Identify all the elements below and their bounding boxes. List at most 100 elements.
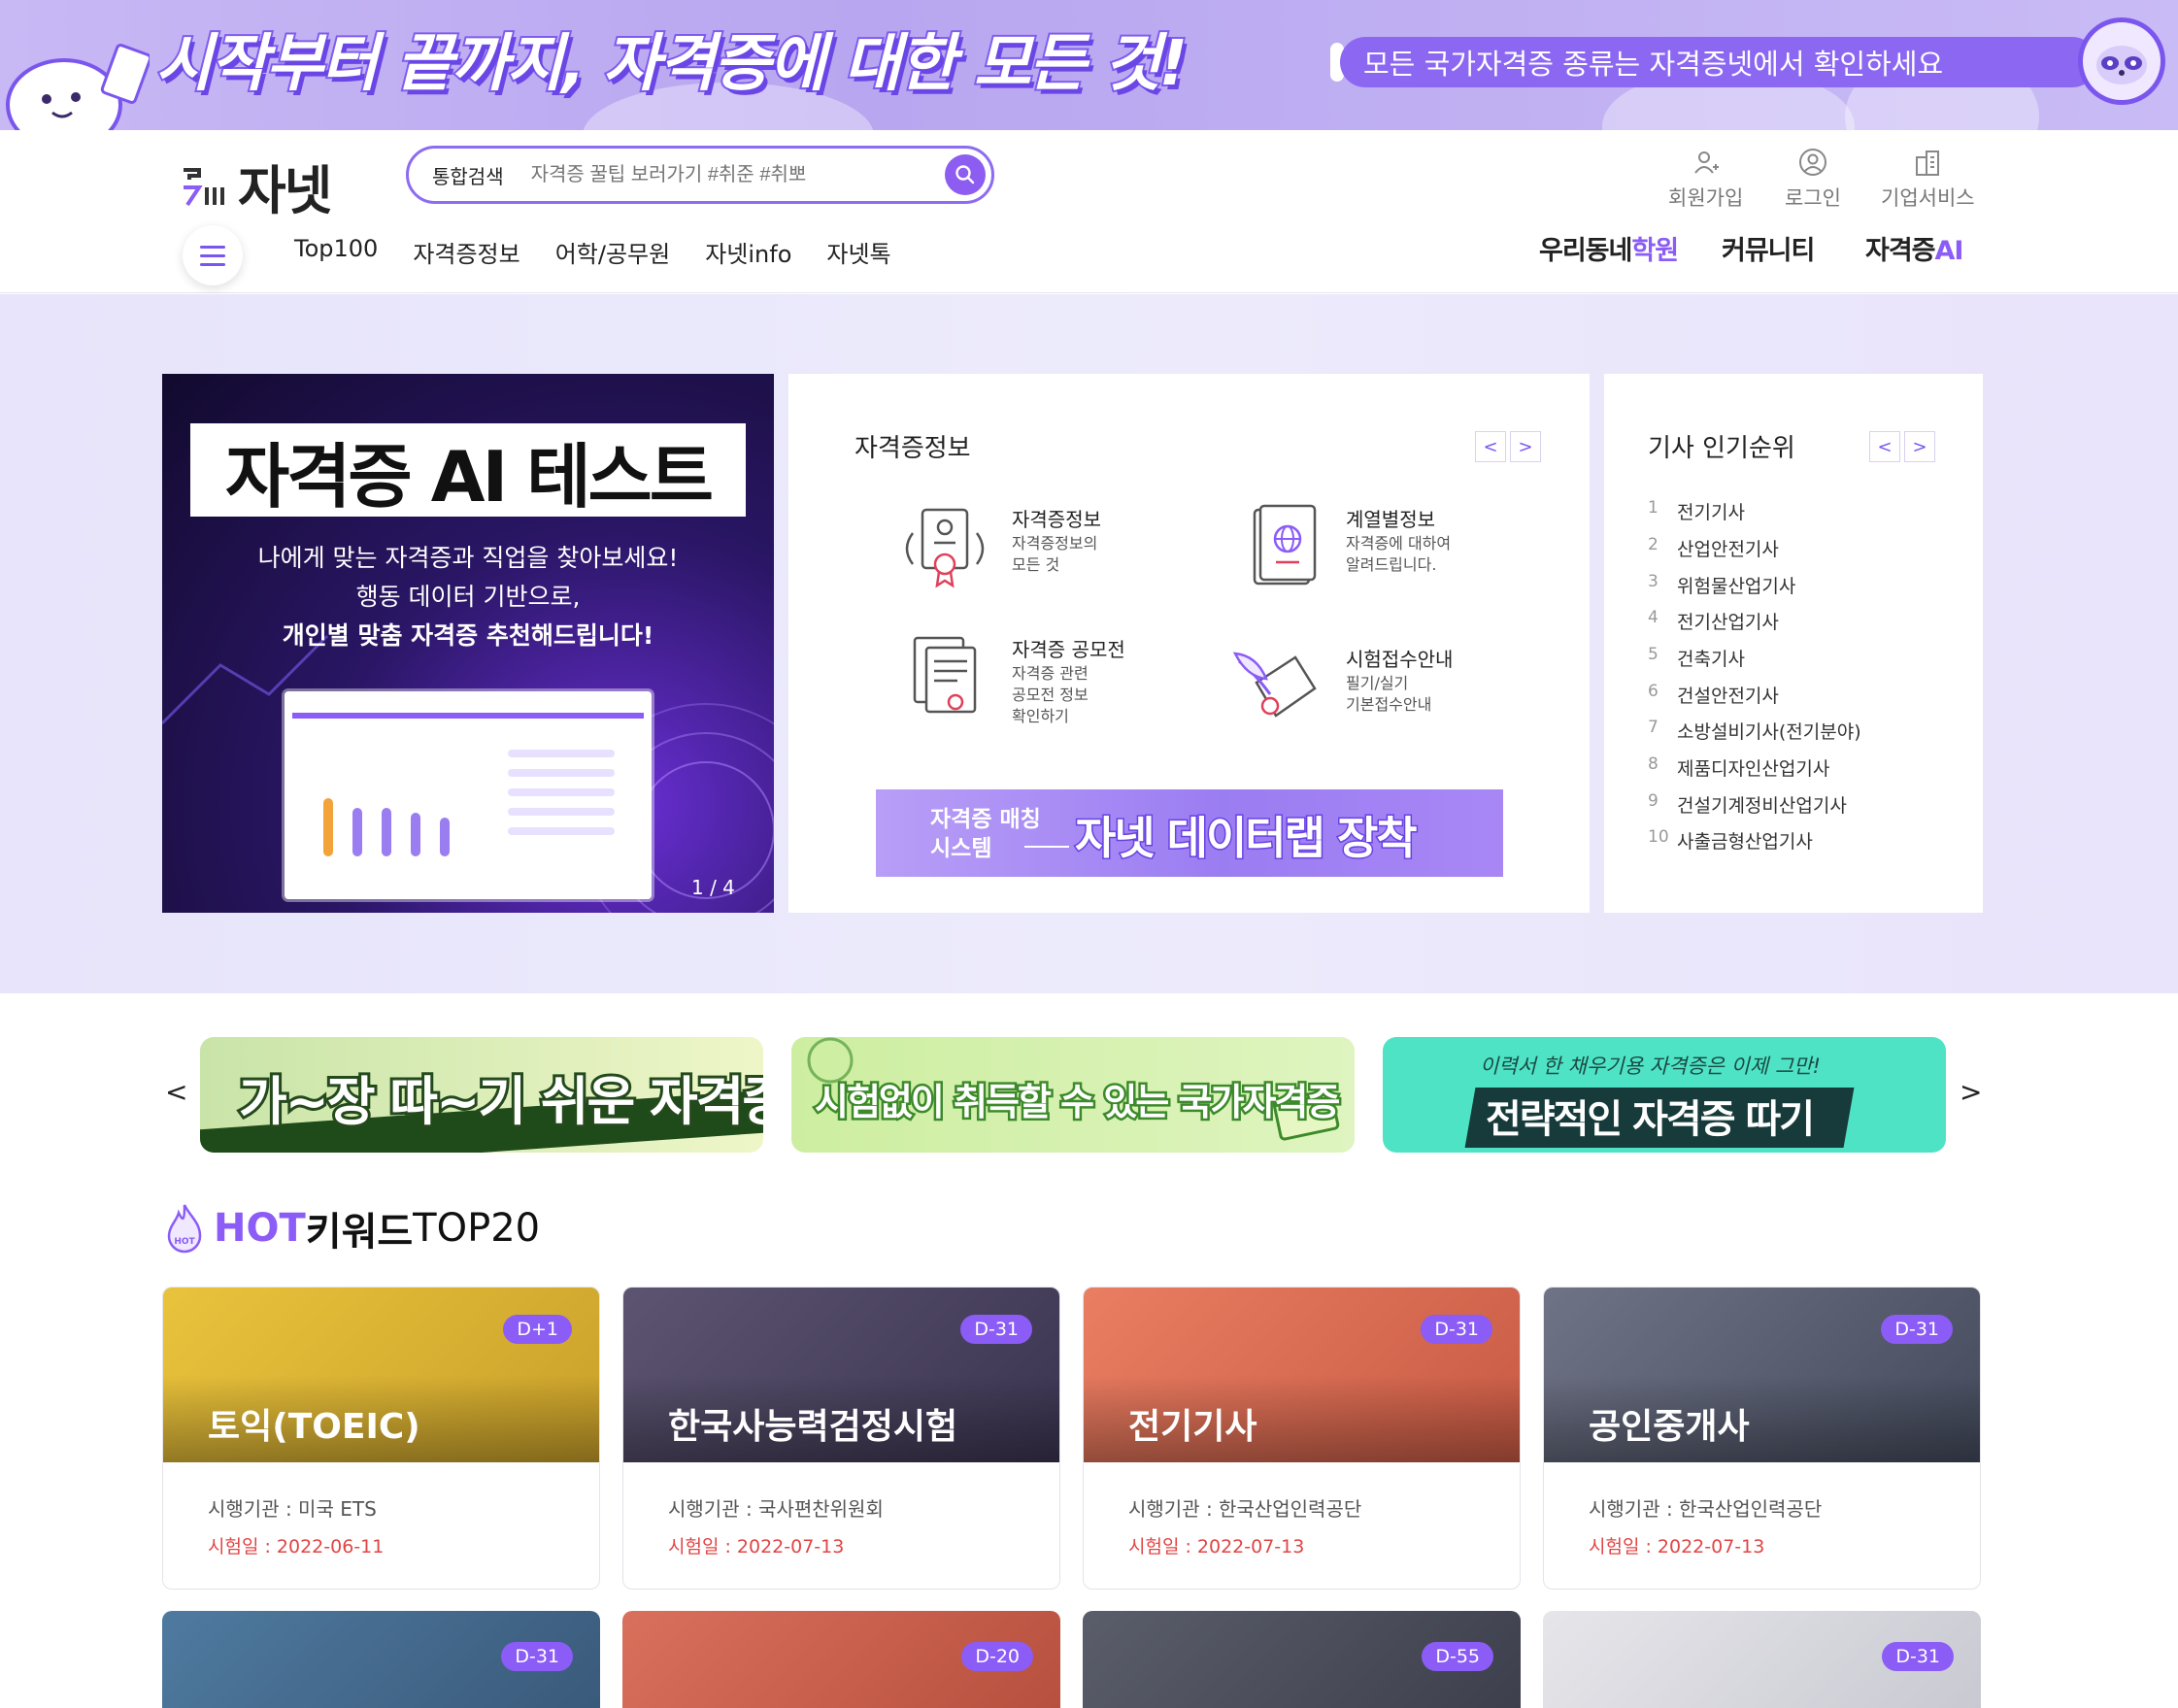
- keyword-card-date: 시험일 : 2022-07-13: [1128, 1536, 1305, 1557]
- keyword-card-title: 공인중개사: [1589, 1407, 1750, 1447]
- keyword-card[interactable]: D-55: [1083, 1611, 1521, 1708]
- banner-slogan: 시작부터 끝까지, 자격증에 대한 모든 것!: [153, 26, 1190, 102]
- ranking-item[interactable]: 6 건설안전기사: [1648, 682, 1779, 708]
- nav-janet-info[interactable]: 자넷info: [705, 235, 791, 269]
- nav-cert-info[interactable]: 자격증정보: [413, 235, 519, 269]
- cert-info-next-button[interactable]: >: [1510, 431, 1541, 462]
- keyword-card-title: 한국사능력검정시험: [668, 1407, 958, 1447]
- mini-banner-prev-button[interactable]: <: [165, 1076, 187, 1108]
- ranking-next-button[interactable]: >: [1904, 431, 1935, 462]
- info-item-exam-registration[interactable]: 시험접수안내 필기/실기 기본접수안내: [1227, 644, 1519, 741]
- cert-info-prev-button[interactable]: <: [1475, 431, 1506, 462]
- keyword-card-korean-history[interactable]: D-31 한국사능력검정시험 시행기관 : 국사편찬위원회 시험일 : 2022…: [622, 1287, 1060, 1590]
- signup-link[interactable]: 회원가입: [1668, 148, 1743, 212]
- hot-heading-top: TOP20: [413, 1206, 541, 1251]
- search-icon: [955, 165, 975, 184]
- ranking-prev-button[interactable]: <: [1869, 431, 1900, 462]
- search-input[interactable]: [530, 163, 920, 186]
- login-label: 로그인: [1785, 186, 1841, 210]
- keyword-card-title: 토익(TOEIC): [208, 1407, 420, 1447]
- keyword-card-real-estate-agent[interactable]: D-31 공인중개사 시행기관 : 한국산업인력공단 시험일 : 2022-07…: [1543, 1287, 1981, 1590]
- info-item-desc: 필기/실기 기본접수안내: [1346, 674, 1432, 714]
- building-icon: [1916, 151, 1940, 176]
- ranking-item[interactable]: 2 산업안전기사: [1648, 535, 1779, 561]
- dday-badge: D-31: [1421, 1315, 1492, 1344]
- mini-banner-next-button[interactable]: >: [1960, 1076, 1982, 1108]
- dday-badge: D-31: [1882, 1642, 1954, 1671]
- info-item-title: 계열별정보: [1346, 508, 1435, 531]
- dday-badge: D-31: [1881, 1315, 1953, 1344]
- keyword-card[interactable]: D-31: [1543, 1611, 1981, 1708]
- promo-title: 자격증 AI 테스트: [190, 423, 746, 518]
- search-type-label[interactable]: 통합검색: [432, 161, 504, 189]
- keyword-card-date: 시험일 : 2022-06-11: [208, 1536, 385, 1557]
- promo-screenshot-image: [285, 691, 652, 899]
- mini-banner-no-exam-cert[interactable]: 시험없이 취득할 수 있는 국가자격증: [791, 1037, 1355, 1153]
- nav-language-civil[interactable]: 어학/공무원: [555, 235, 671, 269]
- promo-line-1: 나에게 맞는 자격증과 직업을 찾아보세요!: [257, 544, 679, 572]
- keyword-card-org: 시행기관 : 국사편찬위원회: [668, 1497, 884, 1521]
- hot-heading-keyword: 키워드: [305, 1210, 414, 1255]
- signup-label: 회원가입: [1668, 186, 1744, 210]
- certificate-icon: [905, 508, 985, 588]
- mini-banner-strategic-cert[interactable]: 이력서 한 채우기용 자격증은 이제 그만! 전략적인 자격증 따기: [1383, 1037, 1946, 1153]
- ranking-item[interactable]: 9 건설기계정비산업기사: [1648, 791, 1847, 818]
- ranking-item[interactable]: 7 소방설비기사(전기분야): [1648, 718, 1861, 744]
- banner-pill-text: 모든 국가자격증 종류는 자격증넷에서 확인하세요: [1340, 37, 2097, 87]
- login-link[interactable]: 로그인: [1785, 148, 1841, 212]
- cert-ai-service-link[interactable]: 자격증AI: [1865, 229, 1963, 267]
- dday-badge: D-31: [501, 1642, 573, 1671]
- hot-heading-hot: HOT: [214, 1206, 306, 1251]
- keyword-card-date: 시험일 : 2022-07-13: [1589, 1536, 1765, 1557]
- cert-info-card: 자격증정보 < > 자격증정보 자격증정보의 모든 것 계열별정보 자격증에 대…: [788, 374, 1590, 913]
- info-item-cert-info[interactable]: 자격증정보 자격증정보의 모든 것: [893, 504, 1185, 601]
- nav-top100[interactable]: Top100: [294, 235, 378, 269]
- academy-service-link[interactable]: 우리동네학원: [1539, 229, 1679, 267]
- document-award-icon: [913, 636, 977, 714]
- slide-counter: 1 / 4: [691, 876, 735, 899]
- search-button[interactable]: [945, 154, 986, 195]
- mini-banner-text: 전략적인 자격증 따기: [1486, 1097, 1815, 1142]
- keyword-card[interactable]: D-31: [162, 1611, 600, 1708]
- ai-test-promo-slide[interactable]: 자격증 AI 테스트 나에게 맞는 자격증과 직업을 찾아보세요! 행동 데이터…: [162, 374, 774, 913]
- site-header: 자넷 통합검색 회원가입 로그인: [0, 130, 2178, 293]
- business-service-label: 기업서비스: [1881, 186, 1975, 210]
- hot-keyword-heading: HOT HOT 키워드 TOP20: [165, 1200, 540, 1256]
- keyword-card-toeic[interactable]: D+1 토익(TOEIC) 시행기관 : 미국 ETS 시험일 : 2022-0…: [162, 1287, 600, 1590]
- mini-banner-easy-cert[interactable]: 가~장 따~기 쉬운 자격증: [200, 1037, 763, 1153]
- ranking-item[interactable]: 4 전기산업기사: [1648, 608, 1779, 634]
- mascot-character-icon: [6, 44, 150, 130]
- site-logo[interactable]: 자넷: [180, 148, 332, 224]
- datalab-title: 자넷 데이터랩 장착: [1074, 811, 1420, 866]
- ranking-item[interactable]: 8 제품디자인산업기사: [1648, 754, 1829, 781]
- hamburger-icon: [200, 245, 225, 249]
- top-promo-banner[interactable]: 시작부터 끝까지, 자격증에 대한 모든 것! 모든 국가자격증 종류는 자격증…: [0, 0, 2178, 130]
- mini-banner-text: 가~장 따~기 쉬운 자격증: [236, 1068, 763, 1135]
- keyword-card-date: 시험일 : 2022-07-13: [668, 1536, 845, 1557]
- info-item-title: 자격증정보: [1012, 508, 1101, 531]
- info-item-field-info[interactable]: 계열별정보 자격증에 대하여 알려드립니다.: [1227, 504, 1519, 601]
- user-circle-icon: [1798, 149, 1826, 176]
- dday-badge: D-55: [1422, 1642, 1493, 1671]
- info-item-title: 자격증 공모전: [1012, 638, 1125, 661]
- logo-text: 자넷: [238, 160, 332, 221]
- business-service-link[interactable]: 기업서비스: [1881, 148, 1975, 212]
- ranking-item[interactable]: 10 사출금형산업기사: [1648, 827, 1813, 854]
- hot-flame-icon: HOT: [167, 1204, 202, 1254]
- popular-ranking-card: 기사 인기순위 < > 1 전기기사 2 산업안전기사 3 위험물산업기사 4 전기산업…: [1604, 374, 1983, 913]
- keyword-card-org: 시행기관 : 미국 ETS: [208, 1497, 377, 1521]
- ranking-item[interactable]: 5 건축기사: [1648, 645, 1745, 671]
- ranking-item[interactable]: 1 전기기사: [1648, 498, 1745, 524]
- info-item-contest[interactable]: 자격증 공모전 자격증 관련 공모전 정보 확인하기: [893, 634, 1185, 741]
- community-service-link[interactable]: 커뮤니티: [1722, 229, 1815, 267]
- user-plus-icon: [1693, 151, 1719, 174]
- datalab-banner[interactable]: 자격증 매칭 시스템 자넷 데이터랩 장착: [876, 789, 1503, 877]
- keyword-card[interactable]: D-20: [622, 1611, 1060, 1708]
- ranking-item[interactable]: 3 위험물산업기사: [1648, 572, 1795, 598]
- nav-janet-talk[interactable]: 자넷톡: [826, 235, 890, 269]
- info-item-desc: 자격증 관련 공모전 정보 확인하기: [1012, 664, 1089, 725]
- promo-line-3: 개인별 맞춤 자격증 추천해드립니다!: [282, 621, 654, 650]
- hamburger-menu-button[interactable]: [183, 225, 243, 285]
- cert-info-title: 자격증정보: [854, 434, 971, 463]
- keyword-card-electrical-engineer[interactable]: D-31 전기기사 시행기관 : 한국산업인력공단 시험일 : 2022-07-…: [1083, 1287, 1521, 1590]
